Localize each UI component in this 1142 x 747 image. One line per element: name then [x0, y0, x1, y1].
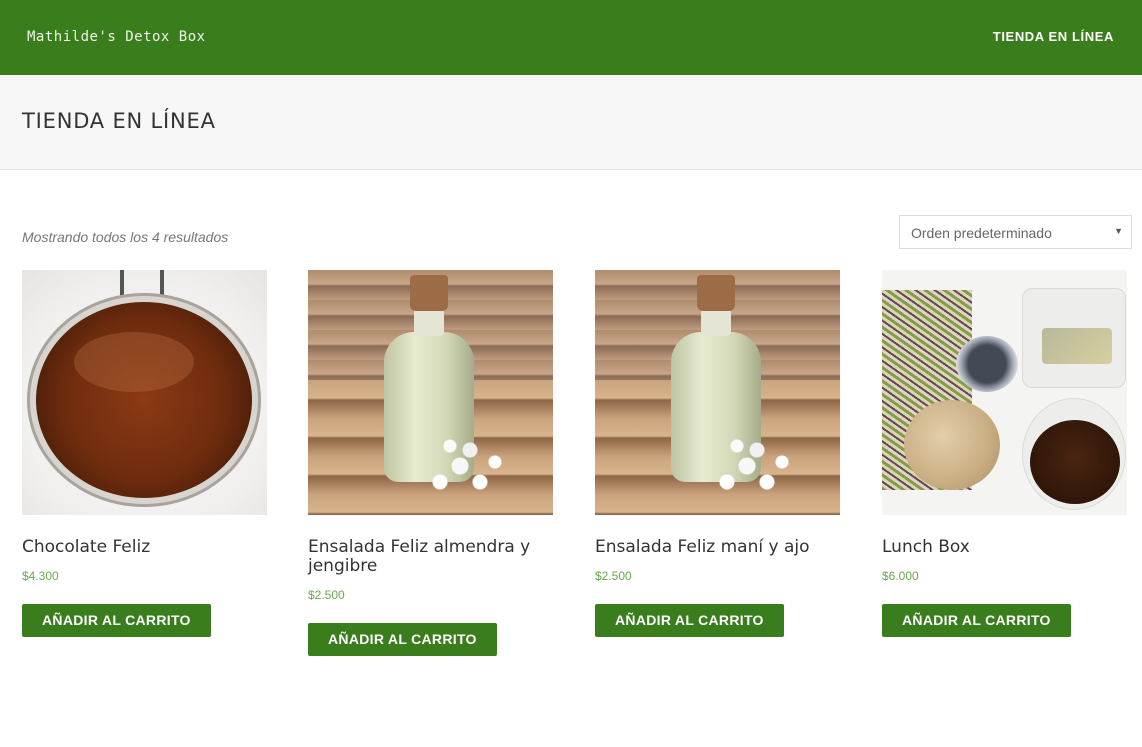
bottle-cork [697, 275, 735, 311]
product-image-lunch-box[interactable] [882, 270, 1127, 515]
sauce-cup [956, 336, 1018, 392]
page-title-bar: TIENDA EN LÍNEA [0, 75, 1142, 170]
sort-order-value: Orden predeterminado [911, 225, 1052, 241]
bottle-neck [701, 308, 731, 336]
site-logo-link[interactable]: Mathilde's Detox Box [27, 29, 206, 45]
add-to-cart-button[interactable]: AÑADIR AL CARRITO [308, 623, 497, 656]
product-image-chocolate-jar[interactable] [22, 270, 267, 515]
product-price: $2.500 [595, 569, 632, 583]
product-image-green-bottle[interactable] [595, 270, 840, 515]
product-title[interactable]: Lunch Box [882, 538, 1128, 557]
jar-glare [74, 332, 194, 392]
page-title: TIENDA EN LÍNEA [22, 109, 216, 133]
add-to-cart-button[interactable]: AÑADIR AL CARRITO [882, 604, 1071, 637]
chevron-down-icon: ▼ [1114, 226, 1123, 236]
product-card: Ensalada Feliz almendra y jengibre $2.50… [308, 270, 554, 656]
bottle-neck [414, 308, 444, 336]
product-title[interactable]: Ensalada Feliz maní y ajo [595, 538, 841, 557]
product-card: Chocolate Feliz $4.300 AÑADIR AL CARRITO [22, 270, 268, 637]
product-image-green-bottle[interactable] [308, 270, 553, 515]
snack-bar [1042, 328, 1112, 364]
white-flowers [420, 426, 520, 506]
nav-item-tienda[interactable]: TIENDA EN LÍNEA [993, 29, 1114, 44]
product-price: $2.500 [308, 588, 345, 602]
product-card: Lunch Box $6.000 AÑADIR AL CARRITO [882, 270, 1128, 637]
white-flowers [707, 426, 807, 506]
product-title[interactable]: Ensalada Feliz almendra y jengibre [308, 538, 554, 576]
product-price: $6.000 [882, 569, 919, 583]
bottle-cork [410, 275, 448, 311]
add-to-cart-button[interactable]: AÑADIR AL CARRITO [595, 604, 784, 637]
cookie [904, 400, 1000, 490]
add-to-cart-button[interactable]: AÑADIR AL CARRITO [22, 604, 211, 637]
product-title[interactable]: Chocolate Feliz [22, 538, 268, 557]
sort-order-select[interactable]: Orden predeterminado ▼ [899, 215, 1132, 249]
top-header: Mathilde's Detox Box TIENDA EN LÍNEA [0, 0, 1142, 75]
product-price: $4.300 [22, 569, 59, 583]
chocolate-mousse [1030, 420, 1120, 504]
product-card: Ensalada Feliz maní y ajo $2.500 AÑADIR … [595, 270, 841, 637]
result-count: Mostrando todos los 4 resultados [22, 229, 229, 245]
jar-contents [36, 302, 252, 498]
